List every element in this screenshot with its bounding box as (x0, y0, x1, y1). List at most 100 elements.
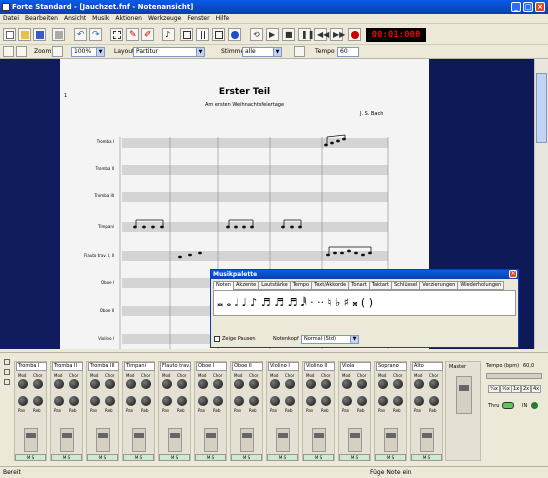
pan-knob[interactable] (342, 396, 352, 406)
tab-schluessel[interactable]: Schlüssel (390, 281, 421, 290)
stop-button[interactable]: ■ (282, 28, 295, 41)
fader-cap[interactable] (422, 433, 432, 438)
menu-werkzeuge[interactable]: Werkzeuge (145, 14, 184, 24)
volume-fader[interactable] (384, 428, 398, 452)
note-entry-button[interactable]: ♪ (162, 28, 175, 41)
reverb-knob[interactable] (321, 396, 331, 406)
tab-verzierungen[interactable]: Verzierungen (419, 281, 459, 290)
fader-cap[interactable] (170, 433, 180, 438)
zoom-out-button[interactable] (52, 46, 63, 57)
mod-knob[interactable] (378, 379, 388, 389)
mute-solo-buttons[interactable]: M S (303, 454, 334, 461)
stimme-select[interactable]: alle ▼ (242, 47, 282, 57)
volume-fader[interactable] (240, 428, 254, 452)
mod-knob[interactable] (198, 379, 208, 389)
open-button[interactable] (18, 28, 31, 41)
reverb-knob[interactable] (69, 396, 79, 406)
master-fader-cap[interactable] (459, 385, 469, 391)
speed-1x-button[interactable]: 1x (511, 385, 522, 393)
tab-noten[interactable]: Noten (213, 281, 235, 290)
new-file-button[interactable] (3, 28, 16, 41)
chorus-knob[interactable] (105, 379, 115, 389)
chorus-knob[interactable] (285, 379, 295, 389)
tab-tonart[interactable]: Tonart (348, 281, 370, 290)
reverb-knob[interactable] (429, 396, 439, 406)
pan-knob[interactable] (126, 396, 136, 406)
mod-knob[interactable] (342, 379, 352, 389)
pen-button[interactable]: ✎ (126, 28, 139, 41)
mute-solo-buttons[interactable]: M S (15, 454, 46, 461)
note-symbols[interactable]: 𝅜 𝅝 𝅗𝅥 ♩ ♪ ♬ ♬ ♬ 𝅘𝅥𝅱 · ·· ♮ ♭ ♯ 𝄪 ( ) (217, 296, 373, 309)
pan-knob[interactable] (378, 396, 388, 406)
tab-text-akkorde[interactable]: Text/Akkorde (311, 281, 350, 290)
layout-select[interactable]: Partitur ▼ (133, 47, 205, 57)
menu-aktionen[interactable]: Aktionen (112, 14, 145, 24)
tab-akzente[interactable]: Akzente (233, 281, 260, 290)
mod-knob[interactable] (54, 379, 64, 389)
loop-button[interactable]: ⟲ (250, 28, 263, 41)
mute-solo-buttons[interactable]: M S (375, 454, 406, 461)
chorus-knob[interactable] (357, 379, 367, 389)
volume-fader[interactable] (312, 428, 326, 452)
eraser-button[interactable]: ✐ (141, 28, 154, 41)
chorus-knob[interactable] (393, 379, 403, 389)
metronome-button[interactable] (294, 46, 305, 57)
volume-fader[interactable] (132, 428, 146, 452)
mod-knob[interactable] (414, 379, 424, 389)
chorus-knob[interactable] (321, 379, 331, 389)
fader-cap[interactable] (350, 433, 360, 438)
volume-fader[interactable] (96, 428, 110, 452)
mixer-toggle[interactable] (4, 359, 10, 365)
reverb-knob[interactable] (33, 396, 43, 406)
reverb-knob[interactable] (105, 396, 115, 406)
fader-cap[interactable] (62, 433, 72, 438)
speed-2x-button[interactable]: 2x (521, 385, 532, 393)
mixer-view-button[interactable] (212, 28, 225, 41)
mod-knob[interactable] (306, 379, 316, 389)
volume-fader[interactable] (348, 428, 362, 452)
mod-knob[interactable] (126, 379, 136, 389)
reverb-knob[interactable] (213, 396, 223, 406)
chorus-knob[interactable] (249, 379, 259, 389)
speed-quarter-button[interactable]: ¼x (488, 385, 500, 393)
pan-knob[interactable] (270, 396, 280, 406)
mute-solo-buttons[interactable]: M S (159, 454, 190, 461)
palette-close-button[interactable]: × (509, 270, 517, 278)
select-button[interactable] (110, 28, 123, 41)
reverb-knob[interactable] (141, 396, 151, 406)
menu-fenster[interactable]: Fenster (184, 14, 212, 24)
menu-datei[interactable]: Datei (0, 14, 22, 24)
mute-solo-buttons[interactable]: M S (411, 454, 442, 461)
pause-button[interactable]: ❚❚ (298, 28, 314, 41)
fader-cap[interactable] (386, 433, 396, 438)
mute-solo-buttons[interactable]: M S (123, 454, 154, 461)
fader-cap[interactable] (314, 433, 324, 438)
mute-solo-buttons[interactable]: M S (339, 454, 370, 461)
reverb-knob[interactable] (285, 396, 295, 406)
rewind-button[interactable]: ◀◀ (314, 28, 329, 41)
tempo-slider[interactable] (486, 373, 542, 379)
pan-knob[interactable] (90, 396, 100, 406)
chorus-knob[interactable] (69, 379, 79, 389)
mute-solo-buttons[interactable]: M S (87, 454, 118, 461)
reverb-knob[interactable] (249, 396, 259, 406)
maximize-button[interactable]: □ (523, 2, 533, 12)
pan-knob[interactable] (306, 396, 316, 406)
note-symbol-grid[interactable]: 𝅜 𝅝 𝅗𝅥 ♩ ♪ ♬ ♬ ♬ 𝅘𝅥𝅱 · ·· ♮ ♭ ♯ 𝄪 ( ) (213, 290, 516, 316)
record-button[interactable] (348, 28, 361, 41)
fader-cap[interactable] (134, 433, 144, 438)
volume-fader[interactable] (276, 428, 290, 452)
play-button[interactable]: ▶ (266, 28, 279, 41)
volume-fader[interactable] (168, 428, 182, 452)
mute-solo-buttons[interactable]: M S (195, 454, 226, 461)
pan-knob[interactable] (162, 396, 172, 406)
scrollbar-thumb[interactable] (536, 73, 547, 143)
palette-button[interactable] (228, 28, 241, 41)
page-view-button[interactable] (180, 28, 193, 41)
reverb-knob[interactable] (357, 396, 367, 406)
master-fader[interactable] (456, 376, 472, 414)
mute-solo-buttons[interactable]: M S (267, 454, 298, 461)
tab-tempo[interactable]: Tempo (289, 281, 313, 290)
menu-ansicht[interactable]: Ansicht (61, 14, 89, 24)
volume-fader[interactable] (24, 428, 38, 452)
